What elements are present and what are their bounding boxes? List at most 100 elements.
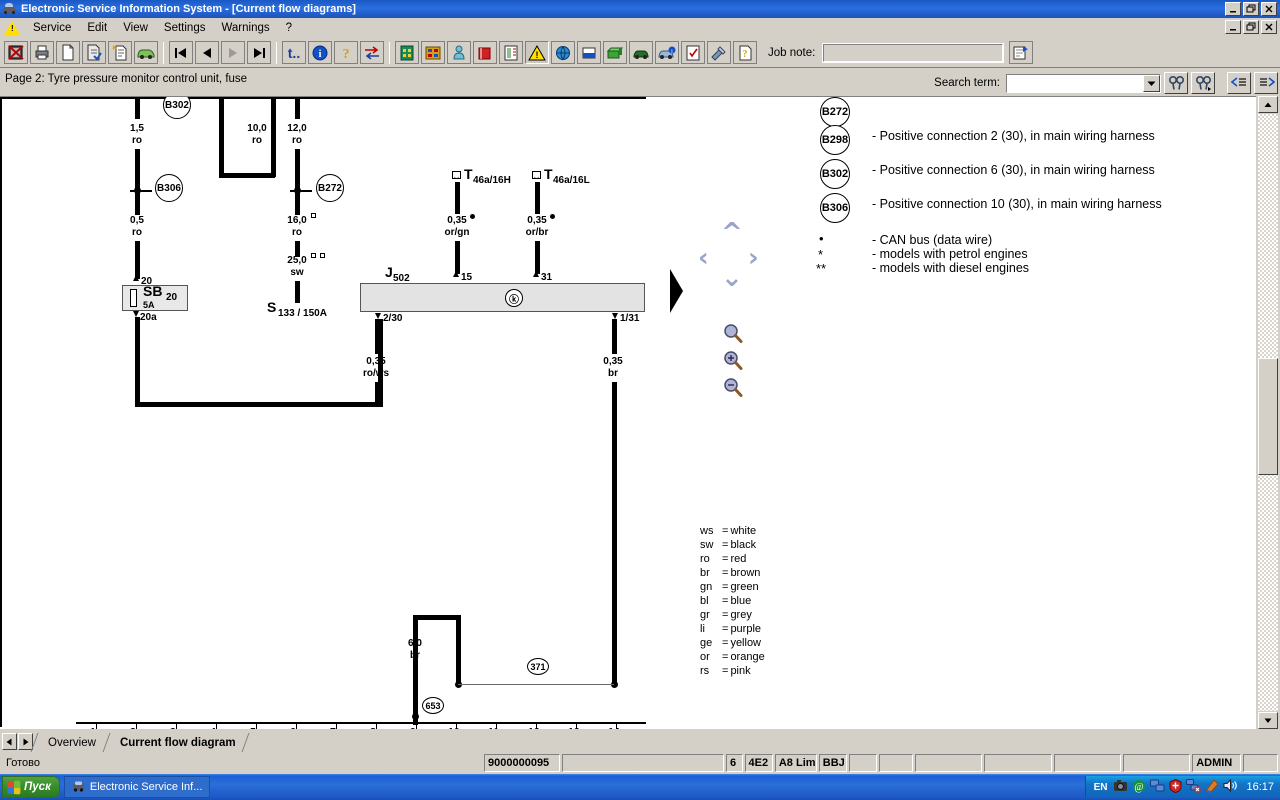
scroll-up-button[interactable] — [1258, 96, 1278, 113]
tab-current-flow-diagram-label: Current flow diagram — [119, 736, 236, 749]
job-note-input[interactable] — [822, 42, 1005, 63]
list-icon[interactable] — [499, 41, 523, 64]
tab-overview[interactable]: Overview — [30, 733, 106, 752]
print-icon[interactable] — [30, 41, 54, 64]
taskbar-item-esis[interactable]: Electronic Service Inf... — [63, 776, 211, 798]
chevron-down-icon[interactable] — [1143, 74, 1160, 92]
menu-bar: ! Service Edit View Settings Warnings ? — [0, 18, 1280, 38]
menu-item-view[interactable]: View — [115, 20, 156, 36]
cleanup-icon[interactable] — [1205, 778, 1220, 796]
person-icon[interactable] — [447, 41, 471, 64]
first-page-icon[interactable] — [169, 41, 193, 64]
ground-ellipse-653[interactable]: 653 — [422, 697, 444, 714]
control-unit-block-j502[interactable] — [360, 283, 645, 312]
screen-icon[interactable] — [577, 41, 601, 64]
search-input[interactable] — [1007, 75, 1137, 91]
node-circle-b306[interactable]: B306 — [155, 174, 183, 202]
warning-triangle-icon[interactable]: ! — [4, 20, 22, 36]
legend-circle-b306[interactable]: B306 — [820, 193, 850, 223]
network-disconnect-icon[interactable] — [1186, 778, 1202, 796]
wire-segment-ground-right — [456, 615, 461, 685]
car-info-icon[interactable]: i — [655, 41, 679, 64]
wire-label-12-0: 12,0 — [287, 123, 307, 134]
exit-icon[interactable] — [4, 41, 28, 64]
menu-item-warnings[interactable]: Warnings — [213, 20, 277, 36]
previous-page-icon[interactable] — [195, 41, 219, 64]
chevron-up-icon[interactable]: ^ — [721, 220, 743, 246]
wire-segment-bottom-bus — [135, 402, 383, 407]
swap-icon[interactable] — [360, 41, 384, 64]
previous-hit-icon[interactable] — [1227, 72, 1251, 94]
checklist-icon[interactable] — [681, 41, 705, 64]
node-circle-b272[interactable]: B272 — [316, 174, 344, 202]
new-note-icon[interactable] — [108, 41, 132, 64]
menu-item-edit[interactable]: Edit — [79, 20, 115, 36]
at-sign-icon[interactable]: @ — [1132, 779, 1146, 796]
magnifier-minus-icon[interactable] — [722, 377, 744, 399]
help-doc-icon[interactable]: ? — [733, 41, 757, 64]
application-icon — [2, 2, 18, 16]
info-icon[interactable]: i — [308, 41, 332, 64]
legend-circle-b298[interactable]: B298 — [820, 125, 850, 155]
mdi-restore-button[interactable] — [1243, 20, 1259, 34]
chevron-right-icon[interactable]: › — [748, 245, 759, 271]
menu-item-service[interactable]: Service — [25, 20, 79, 36]
tab-scroll-left-button[interactable] — [2, 733, 17, 750]
battery-icon[interactable] — [603, 41, 627, 64]
legend-circle-b302[interactable]: B302 — [820, 159, 850, 189]
volume-icon[interactable] — [1223, 778, 1238, 795]
chevron-left-icon[interactable]: ‹ — [698, 245, 709, 271]
menu-item-help[interactable]: ? — [278, 20, 300, 36]
mdi-close-button[interactable] — [1261, 20, 1277, 34]
tab-scroll-right-button[interactable] — [18, 733, 33, 750]
camera-icon[interactable] — [1113, 779, 1128, 795]
menu-item-settings[interactable]: Settings — [156, 20, 214, 36]
grid-icon[interactable] — [421, 41, 445, 64]
scrollbar-thumb[interactable] — [1258, 358, 1278, 475]
new-document-icon[interactable] — [56, 41, 80, 64]
edit-document-icon[interactable] — [82, 41, 106, 64]
magnifier-icon[interactable] — [722, 323, 744, 345]
globe-icon[interactable] — [551, 41, 575, 64]
find-next-icon[interactable] — [1191, 72, 1215, 94]
wire-color-0-5: ro — [132, 227, 142, 238]
wire-segment-or-br-bottom — [535, 241, 540, 274]
help-icon[interactable]: ? — [334, 41, 358, 64]
next-hit-icon[interactable] — [1254, 72, 1278, 94]
note-edit-icon[interactable] — [1009, 41, 1034, 64]
legend-circle-b272[interactable]: B272 — [820, 97, 850, 127]
minimize-button[interactable] — [1225, 2, 1241, 16]
wire-segment-or-gn-bottom — [455, 241, 460, 274]
clock[interactable]: 16:17 — [1246, 781, 1274, 793]
colour-abbr-bl: bl — [700, 595, 709, 607]
start-button[interactable]: Пуск — [2, 776, 60, 798]
language-indicator[interactable]: EN — [1094, 782, 1108, 793]
vertical-scrollbar[interactable] — [1256, 96, 1280, 729]
black-triangle-marker[interactable] — [670, 269, 683, 313]
vehicle-icon[interactable] — [134, 41, 158, 64]
window-title: Electronic Service Information System - … — [21, 3, 356, 15]
close-button[interactable] — [1261, 2, 1277, 16]
table-icon[interactable] — [395, 41, 419, 64]
book-icon[interactable] — [473, 41, 497, 64]
text-tool-icon[interactable]: t.. — [282, 41, 306, 64]
diagram-canvas[interactable]: 1,5 ro B306 0,5 ro 20 SB 20 5A 20a B302 … — [0, 96, 1256, 729]
ground-ellipse-371[interactable]: 371 — [527, 658, 549, 675]
node-circle-b302[interactable]: B302 — [163, 97, 191, 119]
next-page-icon[interactable] — [221, 41, 245, 64]
magnifier-plus-icon[interactable] — [722, 350, 744, 372]
find-icon[interactable] — [1164, 72, 1188, 94]
warning-icon[interactable]: ! — [525, 41, 549, 64]
last-page-icon[interactable] — [247, 41, 271, 64]
colour-abbr-ro: ro — [700, 553, 710, 565]
car-side-icon[interactable] — [629, 41, 653, 64]
network-icon[interactable] — [1150, 779, 1165, 795]
mdi-minimize-button[interactable] — [1225, 20, 1241, 34]
security-shield-icon[interactable] — [1169, 778, 1182, 796]
chevron-down-icon[interactable]: ⌄ — [721, 265, 743, 291]
tab-current-flow-diagram[interactable]: Current flow diagram — [102, 733, 250, 752]
tools-icon[interactable] — [707, 41, 731, 64]
wire-segment-6-0br — [413, 615, 418, 725]
restore-button[interactable] — [1243, 2, 1259, 16]
scroll-down-button[interactable] — [1258, 712, 1278, 729]
